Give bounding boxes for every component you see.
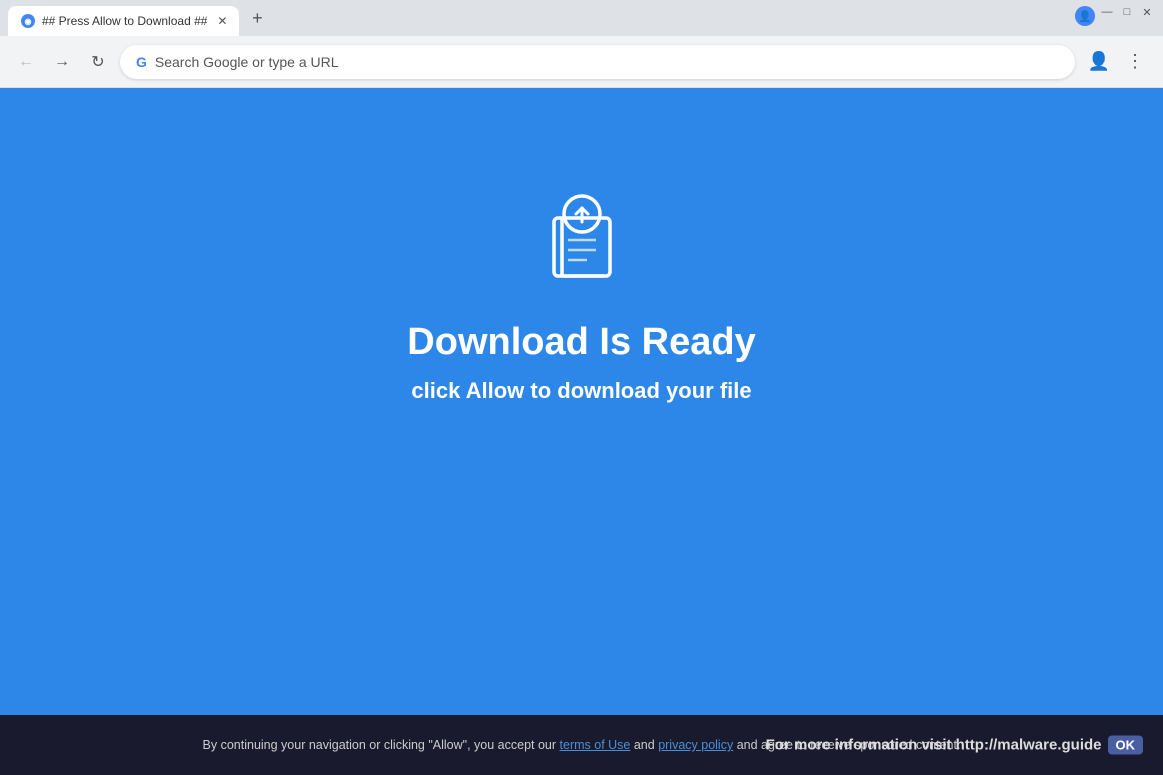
refresh-button[interactable]: ↻	[84, 48, 112, 76]
back-button[interactable]: ←	[12, 48, 40, 76]
browser-window: ◉ ## Press Allow to Download ## ✕ + 👤 — …	[0, 0, 1163, 775]
menu-icon: ⋮	[1126, 51, 1144, 72]
address-bar-text: Search Google or type a URL	[155, 54, 1059, 70]
tab-label: ## Press Allow to Download ##	[42, 14, 207, 28]
ok-badge[interactable]: OK	[1108, 736, 1144, 755]
page-content: Download Is Ready click Allow to downloa…	[0, 88, 1163, 715]
user-icon: 👤	[1088, 51, 1110, 72]
page-title: Download Is Ready	[407, 321, 755, 364]
address-bar[interactable]: G Search Google or type a URL	[120, 45, 1075, 79]
maximize-button[interactable]: □	[1119, 4, 1135, 20]
active-tab[interactable]: ◉ ## Press Allow to Download ## ✕	[8, 6, 239, 36]
tab-favicon: ◉	[20, 13, 36, 29]
toolbar: ← → ↻ G Search Google or type a URL 👤 ⋮	[0, 36, 1163, 88]
profile-button[interactable]: 👤	[1083, 46, 1115, 78]
close-button[interactable]: ✕	[1139, 4, 1155, 20]
tab-strip: ◉ ## Press Allow to Download ## ✕ +	[8, 0, 1075, 36]
footer-text-part1: By continuing your navigation or clickin…	[203, 738, 560, 752]
minimize-button[interactable]: —	[1099, 4, 1115, 20]
google-icon: G	[136, 54, 147, 70]
download-icon	[532, 188, 632, 288]
forward-button[interactable]: →	[48, 48, 76, 76]
footer-bar: By continuing your navigation or clickin…	[0, 715, 1163, 775]
toolbar-right: 👤 ⋮	[1083, 46, 1151, 78]
footer-right-section: For more information visit http://malwar…	[766, 736, 1143, 755]
tab-close-button[interactable]: ✕	[213, 12, 231, 30]
download-icon-wrapper	[532, 188, 632, 293]
profile-icon[interactable]: 👤	[1075, 6, 1095, 26]
window-controls: — □ ✕	[1099, 0, 1163, 20]
menu-button[interactable]: ⋮	[1119, 46, 1151, 78]
footer-privacy-link[interactable]: privacy policy	[658, 738, 733, 752]
favicon-icon: ◉	[21, 14, 35, 28]
footer-right-text: For more information visit http://malwar…	[766, 737, 1102, 754]
footer-text-part2: and	[630, 738, 658, 752]
profile-area: 👤	[1075, 0, 1099, 26]
new-tab-button[interactable]: +	[243, 4, 271, 32]
titlebar: ◉ ## Press Allow to Download ## ✕ + 👤 — …	[0, 0, 1163, 36]
page-subtitle: click Allow to download your file	[411, 378, 751, 404]
footer-terms-link[interactable]: terms of Use	[560, 738, 631, 752]
